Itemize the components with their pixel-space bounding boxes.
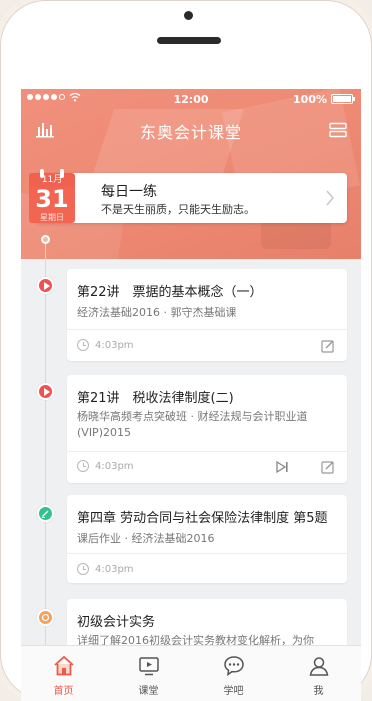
video-icon [37, 277, 54, 294]
clock-icon [77, 339, 89, 351]
daily-practice-card[interactable]: 每日一练 不是天生丽质，只能天生励志。 [35, 173, 347, 223]
item-title: 第21讲 税收法律制度(二) [77, 391, 234, 406]
battery-icon [331, 94, 355, 104]
video-icon [37, 383, 54, 400]
tab-label: 我 [313, 686, 324, 697]
item-subtitle: 经济法基础2016 · 郭守杰基础课 [77, 306, 237, 319]
tab-home[interactable]: 首页 [21, 646, 106, 701]
tab-classroom[interactable]: 课堂 [106, 646, 191, 701]
edit-icon[interactable] [321, 339, 335, 353]
item-time-text: 4:03pm [95, 339, 134, 351]
book-icon [37, 609, 54, 626]
calendar-badge: 11月 31 星期日 [29, 167, 75, 229]
earpiece-speaker [157, 37, 221, 44]
item-time-text: 4:03pm [95, 563, 134, 575]
item-subtitle: 杨晓华高频考点突破班 · 财经法规与会计职业道(VIP)2015 [77, 410, 308, 439]
item-title: 第四章 劳动合同与社会保险法律制度 第5题 [77, 511, 328, 526]
play-next-icon[interactable] [275, 460, 289, 474]
tab-label: 学吧 [223, 686, 244, 697]
status-bar: 12:00 100% [21, 89, 361, 109]
tab-me[interactable]: 我 [276, 646, 361, 701]
clock-icon [77, 563, 89, 575]
battery-percent: 100% [293, 93, 327, 106]
item-title: 初级会计实务 [77, 615, 156, 630]
daily-practice-title: 每日一练 [101, 184, 157, 200]
header-banner: 12:00 100% 东奥会计课堂 每日一练 不是天生丽质，只能天生励志。 11… [21, 89, 361, 259]
list-item[interactable]: 第21讲 税收法律制度(二) 杨晓华高频考点突破班 · 财经法规与会计职业道(V… [67, 375, 347, 483]
list-item[interactable]: 第22讲 票据的基本概念（一） 经济法基础2016 · 郭守杰基础课 4:03p… [67, 269, 347, 361]
user-icon [309, 657, 328, 676]
item-subtitle: 课后作业 · 经济法基础2016 [77, 532, 215, 545]
app-screen: 12:00 100% 东奥会计课堂 每日一练 不是天生丽质，只能天生励志。 11… [21, 89, 361, 701]
item-title: 第22讲 票据的基本概念（一） [77, 285, 263, 300]
calendar-weekday: 星期日 [40, 213, 64, 222]
menu-icon[interactable] [329, 122, 347, 138]
edit-icon[interactable] [321, 460, 335, 474]
pen-icon [37, 505, 54, 522]
tab-label: 课堂 [138, 686, 159, 697]
tab-label: 首页 [53, 686, 74, 697]
home-icon [53, 655, 74, 676]
item-time: 4:03pm [77, 563, 134, 575]
front-camera [184, 11, 193, 20]
chevron-right-icon [326, 190, 334, 206]
timeline-start-dot [41, 235, 50, 244]
item-time-text: 4:03pm [95, 460, 134, 472]
timeline-line [45, 239, 46, 701]
chat-icon [223, 656, 244, 677]
classroom-icon [138, 657, 159, 676]
page-title: 东奥会计课堂 [139, 123, 242, 142]
calendar-day: 31 [35, 185, 69, 213]
bottom-tab-bar: 首页 课堂 学吧 我 [21, 645, 361, 701]
tab-study[interactable]: 学吧 [191, 646, 276, 701]
daily-practice-motto: 不是天生丽质，只能天生励志。 [101, 203, 255, 216]
clock-icon [77, 460, 89, 472]
list-item[interactable]: 第四章 劳动合同与社会保险法律制度 第5题 课后作业 · 经济法基础2016 4… [67, 495, 347, 583]
item-time: 4:03pm [77, 460, 134, 472]
phone-frame: 12:00 100% 东奥会计课堂 每日一练 不是天生丽质，只能天生励志。 11… [0, 0, 372, 701]
item-time: 4:03pm [77, 339, 134, 351]
